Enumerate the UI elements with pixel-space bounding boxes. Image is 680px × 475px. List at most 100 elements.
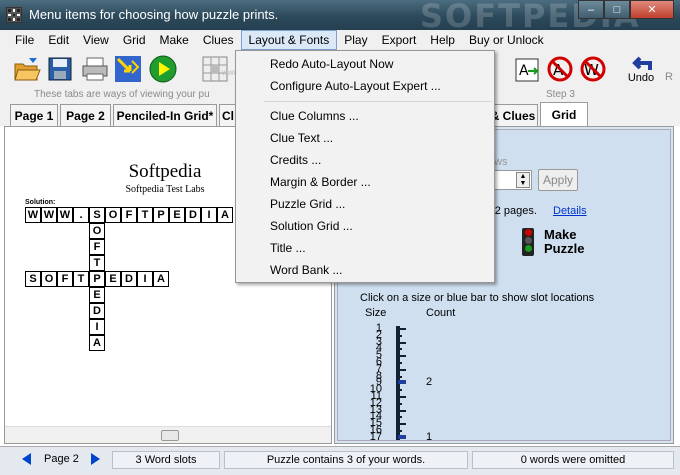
menu-make[interactable]: Make bbox=[153, 31, 196, 49]
count-value: 2 bbox=[426, 376, 433, 389]
grid-cell: F bbox=[89, 239, 105, 255]
menu-grid[interactable]: Grid bbox=[116, 31, 153, 49]
grid-cell: A bbox=[153, 271, 169, 287]
tab-page-2[interactable]: Page 2 bbox=[60, 104, 111, 126]
ruler-tick bbox=[396, 409, 406, 412]
ruler-tick bbox=[396, 348, 402, 351]
grid-cell: E bbox=[105, 271, 121, 287]
traffic-light-icon[interactable] bbox=[522, 228, 534, 256]
menu-item-configure-auto-layout[interactable]: Configure Auto-Layout Expert ... bbox=[270, 79, 441, 93]
no-a-icon[interactable]: A bbox=[545, 54, 575, 84]
tab-penciled-in-grid[interactable]: Penciled-In Grid* bbox=[113, 104, 217, 126]
slot-bar[interactable] bbox=[398, 434, 406, 439]
slot-hint: Click on a size or blue bar to show slot… bbox=[360, 292, 595, 304]
title-bar: Menu items for choosing how puzzle print… bbox=[0, 0, 680, 35]
ruler-tick bbox=[396, 362, 402, 364]
grid-cell: S bbox=[25, 271, 41, 287]
tab-page-1[interactable]: Page 1 bbox=[10, 104, 58, 126]
current-page: Page 2 bbox=[44, 453, 79, 465]
next-page-icon[interactable] bbox=[91, 453, 100, 465]
solution-label: Solution: bbox=[25, 199, 56, 206]
grid-cell: D bbox=[89, 303, 105, 319]
menu-separator bbox=[264, 101, 492, 102]
menu-item-title[interactable]: Title ... bbox=[270, 241, 306, 255]
size-header: Size bbox=[365, 307, 387, 319]
menu-help[interactable]: Help bbox=[423, 31, 462, 49]
ruler-tick bbox=[396, 368, 406, 371]
menu-item-solution-grid[interactable]: Solution Grid ... bbox=[270, 219, 353, 233]
word-slots-count: 3 Word slots bbox=[112, 451, 220, 469]
menu-play[interactable]: Play bbox=[337, 31, 374, 49]
undo-label: Undo bbox=[627, 72, 655, 84]
horizontal-scrollbar[interactable] bbox=[5, 426, 331, 443]
scrollbar-thumb[interactable] bbox=[161, 430, 179, 441]
menu-bar: File Edit View Grid Make Clues Layout & … bbox=[0, 30, 680, 50]
ruler-tick bbox=[396, 341, 406, 344]
grid-cell: S bbox=[89, 207, 105, 223]
grid-cell: W bbox=[25, 207, 41, 223]
grid-cell: O bbox=[41, 271, 57, 287]
no-w-icon[interactable]: W bbox=[578, 54, 608, 84]
ruler-tick bbox=[396, 334, 402, 337]
tab-grid[interactable]: Grid bbox=[540, 102, 588, 127]
minimize-button[interactable]: – bbox=[578, 0, 604, 19]
window-title: Menu items for choosing how puzzle print… bbox=[29, 7, 279, 22]
layout-fonts-menu: Redo Auto-Layout Now Configure Auto-Layo… bbox=[235, 50, 495, 283]
menu-layout-fonts[interactable]: Layout & Fonts bbox=[240, 30, 338, 50]
details-link[interactable]: Details bbox=[553, 205, 587, 217]
menu-buy-unlock[interactable]: Buy or Unlock bbox=[462, 31, 551, 49]
grid-cell: F bbox=[57, 271, 73, 287]
menu-clues[interactable]: Clues bbox=[196, 31, 241, 49]
tab-grid-clues[interactable]: & Clues bbox=[488, 104, 538, 126]
ruler-tick bbox=[396, 430, 402, 432]
grid-cell: T bbox=[73, 271, 89, 287]
slot-bar[interactable] bbox=[398, 380, 406, 385]
size-value[interactable]: 17 bbox=[370, 431, 382, 443]
save-icon[interactable] bbox=[45, 54, 75, 84]
menu-item-clue-text[interactable]: Clue Text ... bbox=[270, 131, 333, 145]
word-arrow-icon[interactable]: A bbox=[512, 54, 542, 84]
open-folder-icon[interactable] bbox=[12, 54, 42, 84]
grid-cell: A bbox=[217, 207, 233, 223]
grid-cell: . bbox=[73, 207, 89, 223]
grid-cell: I bbox=[137, 271, 153, 287]
ruler-tick bbox=[396, 402, 402, 405]
menu-item-redo-auto-layout[interactable]: Redo Auto-Layout Now bbox=[270, 57, 393, 71]
count-value: 1 bbox=[426, 430, 433, 443]
puzzle-contains-status: Puzzle contains 3 of your words. bbox=[224, 451, 468, 469]
maximize-button[interactable]: □ bbox=[604, 0, 630, 19]
menu-file[interactable]: File bbox=[8, 31, 41, 49]
make-puzzle-label: Make Puzzle bbox=[544, 227, 585, 256]
auto-layout-icon[interactable] bbox=[113, 54, 143, 84]
undo-icon[interactable]: Undo bbox=[626, 52, 656, 86]
ruler-tick bbox=[396, 396, 406, 398]
grid-cell: T bbox=[137, 207, 153, 223]
menu-item-margin-border[interactable]: Margin & Border ... bbox=[270, 175, 371, 189]
grid-cell: W bbox=[57, 207, 73, 223]
menu-view[interactable]: View bbox=[76, 31, 116, 49]
grid-cell: P bbox=[153, 207, 169, 223]
spinner-arrows-icon[interactable]: ▲ ▼ bbox=[516, 172, 530, 188]
grid-cell: F bbox=[121, 207, 137, 223]
make-puzzle-button[interactable]: Make Puzzle bbox=[544, 228, 594, 256]
app-icon[interactable] bbox=[6, 7, 22, 23]
svg-text:A: A bbox=[519, 63, 529, 79]
ruler-tick bbox=[396, 423, 406, 426]
status-bar: Page 2 3 Word slots Puzzle contains 3 of… bbox=[0, 446, 680, 475]
menu-item-clue-columns[interactable]: Clue Columns ... bbox=[270, 109, 359, 123]
menu-export[interactable]: Export bbox=[375, 31, 424, 49]
close-button[interactable]: ✕ bbox=[630, 0, 674, 19]
play-icon[interactable] bbox=[148, 54, 178, 84]
grid-cell: A bbox=[89, 335, 105, 351]
count-header: Count bbox=[426, 307, 456, 319]
menu-edit[interactable]: Edit bbox=[41, 31, 76, 49]
print-icon[interactable] bbox=[80, 54, 110, 84]
menu-item-credits[interactable]: Credits ... bbox=[270, 153, 321, 167]
prev-page-icon[interactable] bbox=[22, 453, 31, 465]
grid-cell: T bbox=[89, 255, 105, 271]
menu-item-puzzle-grid[interactable]: Puzzle Grid ... bbox=[270, 197, 345, 211]
grid-cell: I bbox=[201, 207, 217, 223]
grid-cell: D bbox=[121, 271, 137, 287]
apply-button[interactable]: Apply bbox=[538, 169, 578, 191]
menu-item-word-bank[interactable]: Word Bank ... bbox=[270, 263, 342, 277]
